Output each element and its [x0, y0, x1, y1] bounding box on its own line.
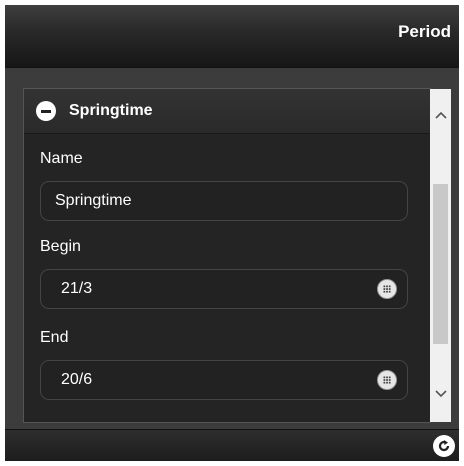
end-field-box — [40, 360, 408, 400]
end-date-input[interactable] — [41, 361, 407, 399]
collapse-icon[interactable] — [36, 101, 56, 121]
refresh-icon[interactable] — [433, 435, 455, 457]
scroll-down-icon[interactable] — [430, 382, 451, 406]
begin-date-picker-icon[interactable] — [377, 279, 397, 299]
end-label: End — [40, 329, 69, 346]
name-field-box — [40, 181, 408, 221]
app-window: Period Springtime Name Begin End — [5, 5, 459, 461]
end-date-picker-icon[interactable] — [377, 370, 397, 390]
page-title: Period — [398, 22, 451, 41]
scroll-up-icon[interactable] — [430, 103, 451, 127]
begin-date-input[interactable] — [41, 270, 407, 308]
name-input[interactable] — [41, 182, 407, 220]
name-label: Name — [40, 150, 83, 167]
panel-title: Springtime — [69, 102, 153, 119]
period-panel: Springtime Name Begin End — [23, 88, 431, 423]
begin-field-box — [40, 269, 408, 309]
vertical-scrollbar[interactable] — [430, 89, 451, 422]
scroll-thumb[interactable] — [433, 184, 448, 344]
footer-bar — [5, 429, 459, 461]
content-area: Springtime Name Begin End — [5, 68, 459, 429]
header-bar: Period — [5, 5, 459, 68]
begin-label: Begin — [40, 238, 81, 255]
panel-header[interactable]: Springtime — [24, 89, 431, 134]
